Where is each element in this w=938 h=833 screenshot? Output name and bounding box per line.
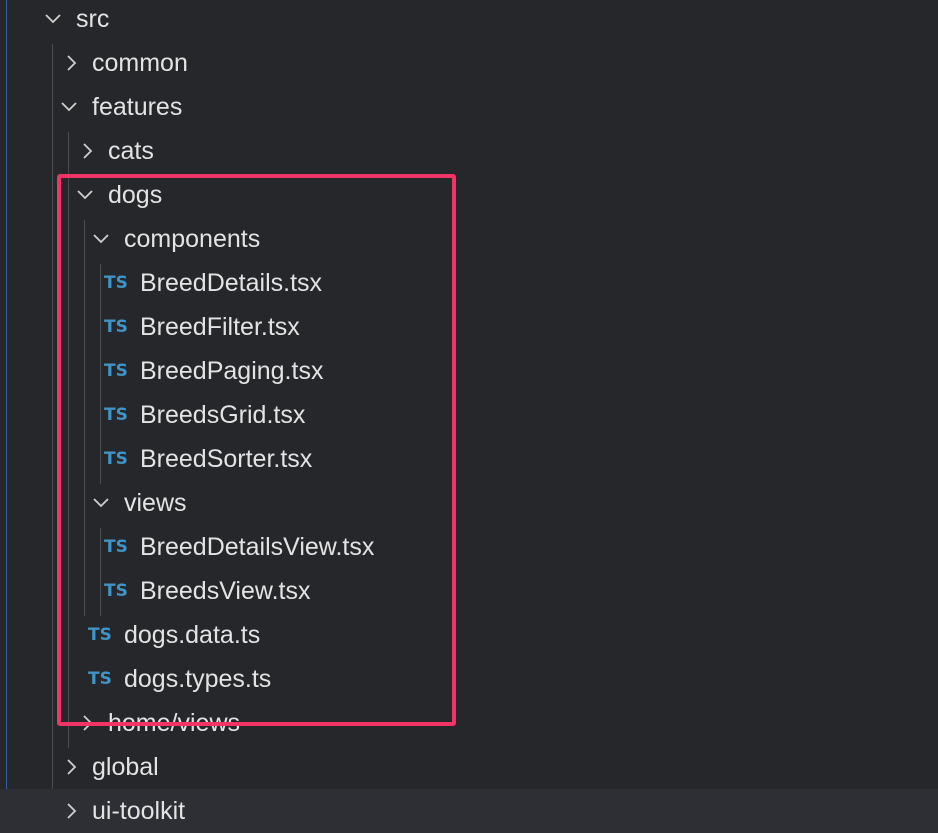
typescript-icon: TS (104, 273, 128, 293)
chevron-right-icon[interactable] (58, 41, 82, 85)
file-label: dogs.types.ts (124, 665, 272, 693)
file-label: BreedDetails.tsx (140, 269, 323, 297)
chevron-down-icon[interactable] (72, 173, 96, 217)
typescript-icon: TS (88, 669, 112, 689)
chevron-right-icon[interactable] (74, 701, 98, 745)
typescript-icon: TS (104, 449, 128, 469)
tree-file-breed-details-view[interactable]: TS BreedDetailsView.tsx (0, 525, 938, 569)
file-label: BreedSorter.tsx (140, 445, 313, 473)
tree-folder-components[interactable]: components (0, 217, 938, 261)
tree-folder-features[interactable]: features (0, 85, 938, 129)
folder-label: src (76, 5, 110, 33)
typescript-icon: TS (104, 581, 128, 601)
tree-folder-dogs[interactable]: dogs (0, 173, 938, 217)
folder-label: global (92, 753, 159, 781)
chevron-right-icon[interactable] (58, 789, 82, 833)
folder-label: dogs (108, 181, 163, 209)
folder-label: components (124, 225, 261, 253)
file-label: dogs.data.ts (124, 621, 261, 649)
tree-folder-views[interactable]: views (0, 481, 938, 525)
tree-folder-global[interactable]: global (0, 745, 938, 789)
folder-label: views (124, 489, 187, 517)
chevron-right-icon[interactable] (58, 745, 82, 789)
tree-file-breeds-view[interactable]: TS BreedsView.tsx (0, 569, 938, 613)
tree-file-breed-paging[interactable]: TS BreedPaging.tsx (0, 349, 938, 393)
folder-label: cats (108, 137, 154, 165)
folder-label: common (92, 49, 188, 77)
chevron-down-icon[interactable] (40, 0, 64, 41)
file-label: BreedsView.tsx (140, 577, 311, 605)
typescript-icon: TS (104, 405, 128, 425)
chevron-down-icon[interactable] (88, 481, 112, 525)
tree-file-breed-details[interactable]: TS BreedDetails.tsx (0, 261, 938, 305)
tree-folder-src[interactable]: src (0, 0, 938, 41)
tree-folder-ui-toolkit[interactable]: ui-toolkit (0, 789, 938, 833)
file-label: BreedPaging.tsx (140, 357, 324, 385)
chevron-right-icon[interactable] (74, 129, 98, 173)
tree-folder-common[interactable]: common (0, 41, 938, 85)
typescript-icon: TS (104, 537, 128, 557)
tree-folder-cats[interactable]: cats (0, 129, 938, 173)
tree-file-breeds-grid[interactable]: TS BreedsGrid.tsx (0, 393, 938, 437)
file-label: BreedsGrid.tsx (140, 401, 306, 429)
file-label: BreedFilter.tsx (140, 313, 300, 341)
tree-file-dogs-data[interactable]: TS dogs.data.ts (0, 613, 938, 657)
typescript-icon: TS (88, 625, 112, 645)
tree-file-breed-filter[interactable]: TS BreedFilter.tsx (0, 305, 938, 349)
tree-file-dogs-types[interactable]: TS dogs.types.ts (0, 657, 938, 701)
typescript-icon: TS (104, 317, 128, 337)
file-label: BreedDetailsView.tsx (140, 533, 375, 561)
folder-label: home/views (108, 709, 240, 737)
file-explorer: src common features cats dogs components (0, 0, 938, 833)
chevron-down-icon[interactable] (56, 85, 80, 129)
tree-file-breed-sorter[interactable]: TS BreedSorter.tsx (0, 437, 938, 481)
folder-label: features (92, 93, 183, 121)
tree-folder-home-views[interactable]: home/views (0, 701, 938, 745)
chevron-down-icon[interactable] (88, 217, 112, 261)
typescript-icon: TS (104, 361, 128, 381)
folder-label: ui-toolkit (92, 797, 186, 825)
